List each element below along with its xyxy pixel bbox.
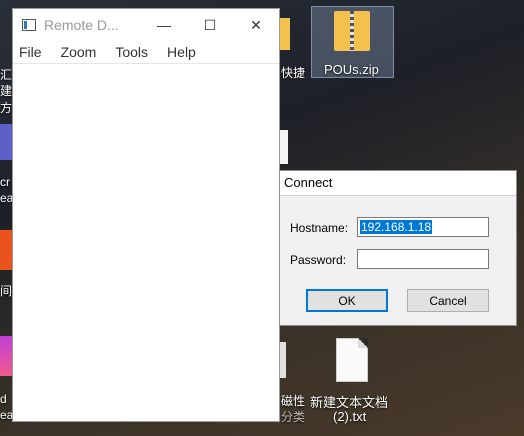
desktop-icon-label[interactable]: 建方 (0, 82, 12, 116)
hostname-input[interactable]: 192.168.1.18 (357, 217, 489, 237)
hostname-label: Hostname: (290, 221, 349, 235)
app-icon-orange[interactable] (0, 230, 12, 270)
window-title: Remote D... (44, 17, 119, 33)
props-file-icon[interactable] (280, 342, 286, 378)
app-icon-purple[interactable] (0, 336, 12, 376)
desktop-icon-label[interactable]: cr (0, 175, 10, 189)
maximize-button[interactable]: ☐ (187, 9, 233, 41)
text-document-icon[interactable] (336, 338, 368, 382)
remote-view-area[interactable] (13, 64, 279, 421)
ok-button[interactable]: OK (306, 289, 388, 312)
password-label: Password: (290, 253, 347, 267)
menu-tools[interactable]: Tools (115, 44, 148, 60)
file-icon[interactable] (280, 130, 288, 164)
desktop-icon-label[interactable]: d (0, 392, 7, 406)
cancel-button[interactable]: Cancel (407, 289, 489, 312)
txt-label-line2[interactable]: (2).txt (333, 409, 366, 424)
zip-label: POUs.zip (324, 62, 379, 77)
menubar: File Zoom Tools Help (13, 41, 279, 64)
password-input[interactable] (357, 249, 489, 269)
close-button[interactable]: ✕ (233, 9, 279, 41)
dialog-title: Connect (280, 171, 516, 196)
desktop-icon-label[interactable]: 汇 (0, 66, 12, 83)
window-titlebar[interactable]: Remote D... — ☐ ✕ (13, 9, 279, 41)
app-icon-blue[interactable] (0, 124, 12, 160)
menu-zoom[interactable]: Zoom (61, 44, 97, 60)
remote-desktop-app-icon (22, 19, 36, 31)
menu-file[interactable]: File (19, 44, 42, 60)
minimize-button[interactable]: — (141, 9, 187, 41)
remote-desktop-window[interactable]: Remote D... — ☐ ✕ File Zoom Tools Help (12, 8, 280, 422)
props-label[interactable]: 磁性 (281, 392, 305, 409)
hostname-value: 192.168.1.18 (360, 220, 433, 234)
zip-folder-icon (334, 11, 370, 51)
shortcut-label[interactable]: 快捷 (281, 64, 305, 81)
menu-help[interactable]: Help (167, 44, 196, 60)
connect-dialog[interactable]: Connect Hostname: 192.168.1.18 Password:… (279, 170, 517, 326)
props-sublabel[interactable]: 分类 (281, 408, 305, 425)
pous-zip-icon[interactable]: POUs.zip (311, 6, 394, 78)
shortcut-icon[interactable] (280, 18, 290, 50)
